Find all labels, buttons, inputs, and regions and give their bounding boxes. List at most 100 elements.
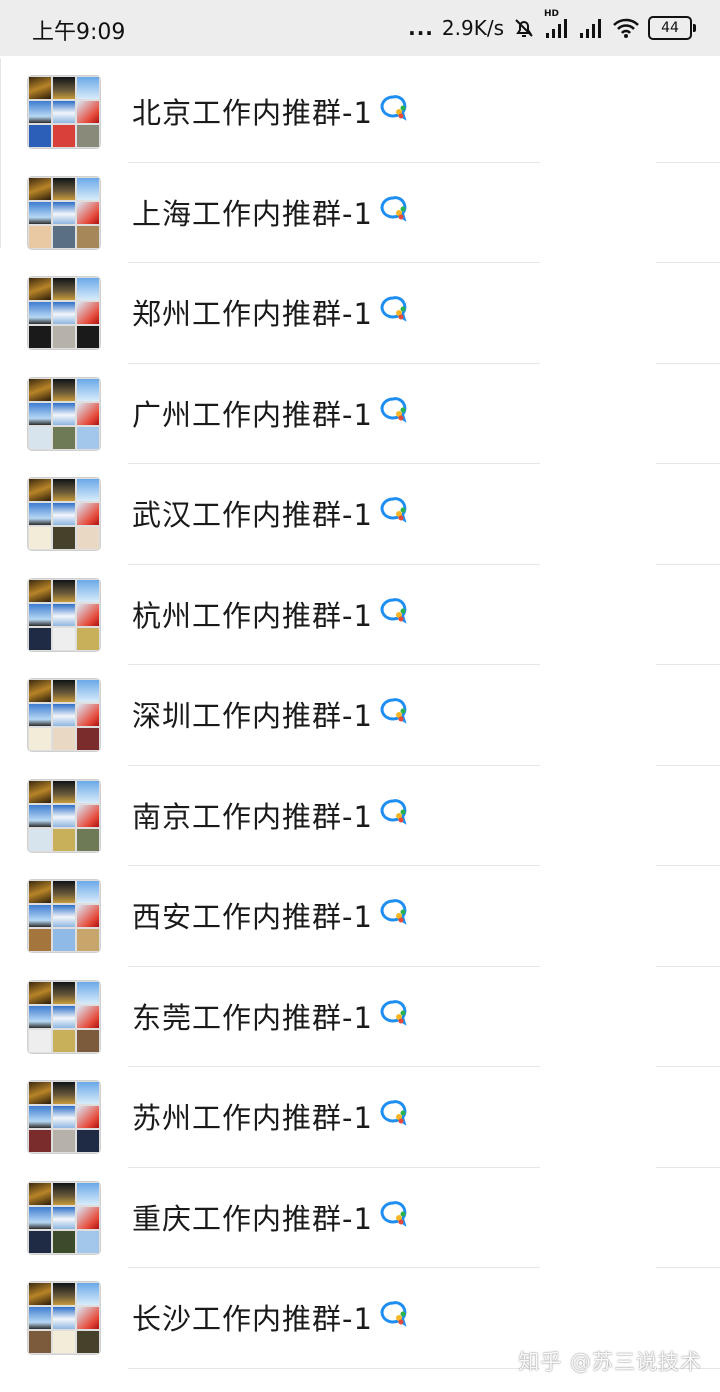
group-avatar: [28, 277, 100, 349]
avatar-tile: [29, 1029, 51, 1052]
avatar-tile: [77, 1331, 99, 1353]
avatar-tile: [77, 225, 99, 248]
avatar-tile: [77, 1283, 99, 1305]
avatar-tile: [53, 402, 75, 425]
avatar-tile: [53, 1230, 75, 1253]
avatar-tile: [53, 225, 75, 248]
enterprise-group-icon: [377, 193, 409, 235]
avatar-tile: [29, 804, 51, 827]
mute-bell-icon: [512, 16, 536, 40]
group-row[interactable]: 西安工作内推群-1: [0, 866, 720, 967]
network-speed: 2.9K/s: [441, 16, 504, 40]
enterprise-group-icon: [377, 394, 409, 436]
avatar-tile: [53, 302, 75, 324]
avatar-tile: [29, 201, 51, 224]
enterprise-group-icon: [377, 1097, 409, 1139]
avatar-tile: [53, 627, 75, 650]
group-avatar: [28, 779, 100, 852]
enterprise-group-icon: [377, 896, 409, 938]
avatar-tile: [53, 101, 75, 123]
avatar-tile: [53, 1082, 75, 1104]
group-name-text: 深圳工作内推群-1: [132, 699, 373, 733]
avatar-tile: [29, 402, 51, 425]
group-name-text: 上海工作内推群-1: [132, 196, 373, 231]
avatar-tile: [53, 201, 75, 224]
group-row[interactable]: 东莞工作内推群-1: [0, 967, 720, 1067]
avatar-tile: [53, 326, 75, 348]
group-name: 西安工作内推群-1: [132, 896, 409, 938]
enterprise-group-icon: [377, 695, 409, 737]
group-name-text: 东莞工作内推群-1: [132, 1000, 373, 1035]
avatar-tile: [77, 627, 99, 650]
avatar-tile: [53, 828, 75, 851]
avatar-tile: [77, 981, 99, 1004]
group-name-text: 南京工作内推群-1: [132, 799, 373, 834]
group-name-text: 武汉工作内推群-1: [132, 498, 373, 532]
group-name: 长沙工作内推群-1: [132, 1298, 409, 1340]
group-avatar: [28, 176, 100, 249]
avatar-tile: [77, 603, 99, 626]
avatar-tile: [29, 125, 51, 147]
group-row[interactable]: 上海工作内推群-1: [0, 163, 720, 263]
avatar-tile: [29, 603, 51, 626]
group-avatar: [28, 880, 100, 952]
enterprise-group-icon: [377, 796, 409, 838]
group-name: 武汉工作内推群-1: [132, 494, 409, 536]
wifi-icon: [612, 17, 640, 39]
avatar-tile: [77, 1230, 99, 1253]
avatar-tile: [53, 680, 75, 702]
avatar-tile: [77, 503, 99, 525]
avatar-tile: [29, 177, 51, 200]
avatar-tile: [77, 704, 99, 726]
avatar-tile: [77, 101, 99, 123]
avatar-tile: [53, 1130, 75, 1152]
group-row[interactable]: 武汉工作内推群-1: [0, 464, 720, 565]
group-name: 东莞工作内推群-1: [132, 997, 409, 1039]
avatar-tile: [53, 981, 75, 1004]
avatar-tile: [29, 1106, 51, 1128]
group-row[interactable]: 苏州工作内推群-1: [0, 1067, 720, 1168]
avatar-tile: [53, 77, 75, 99]
group-name: 重庆工作内推群-1: [132, 1198, 409, 1240]
avatar-tile: [53, 905, 75, 927]
group-row[interactable]: 杭州工作内推群-1: [0, 565, 720, 665]
avatar-tile: [53, 704, 75, 726]
avatar-tile: [53, 125, 75, 147]
avatar-tile: [29, 780, 51, 803]
enterprise-group-icon: [377, 997, 409, 1039]
avatar-tile: [29, 1130, 51, 1152]
group-row[interactable]: 重庆工作内推群-1: [0, 1168, 720, 1268]
avatar-tile: [29, 828, 51, 851]
avatar-tile: [77, 77, 99, 99]
avatar-tile: [77, 905, 99, 927]
group-row[interactable]: 郑州工作内推群-1: [0, 263, 720, 364]
avatar-tile: [29, 77, 51, 99]
hd-signal-icon: HD: [544, 9, 570, 39]
avatar-tile: [77, 125, 99, 147]
enterprise-group-icon: [377, 92, 409, 134]
avatar-tile: [77, 680, 99, 702]
avatar-tile: [29, 1283, 51, 1305]
status-icons: ... 2.9K/s HD 44: [408, 9, 696, 44]
group-avatar: [28, 1282, 100, 1354]
avatar-tile: [77, 1130, 99, 1152]
avatar-tile: [53, 1106, 75, 1128]
group-name: 北京工作内推群-1: [132, 92, 409, 134]
enterprise-group-icon: [377, 1298, 409, 1340]
group-name-text: 郑州工作内推群-1: [132, 297, 373, 331]
avatar-tile: [77, 278, 99, 300]
avatar-tile: [53, 579, 75, 602]
group-name-text: 北京工作内推群-1: [132, 96, 373, 130]
avatar-tile: [53, 378, 75, 401]
group-row[interactable]: 北京工作内推群-1: [0, 62, 720, 163]
group-row[interactable]: 南京工作内推群-1: [0, 766, 720, 866]
avatar-tile: [29, 1331, 51, 1353]
group-list[interactable]: 北京工作内推群-1 上海工作内推群-1 郑州工作内推群-1 广州工作内推群-1 武汉工作…: [0, 62, 720, 1369]
group-name: 杭州工作内推群-1: [132, 595, 409, 637]
group-row[interactable]: 广州工作内推群-1: [0, 364, 720, 464]
battery-indicator: 44: [648, 16, 696, 40]
avatar-tile: [29, 101, 51, 123]
group-row[interactable]: 深圳工作内推群-1: [0, 665, 720, 766]
group-name-text: 广州工作内推群-1: [132, 397, 373, 432]
enterprise-group-icon: [377, 1198, 409, 1240]
